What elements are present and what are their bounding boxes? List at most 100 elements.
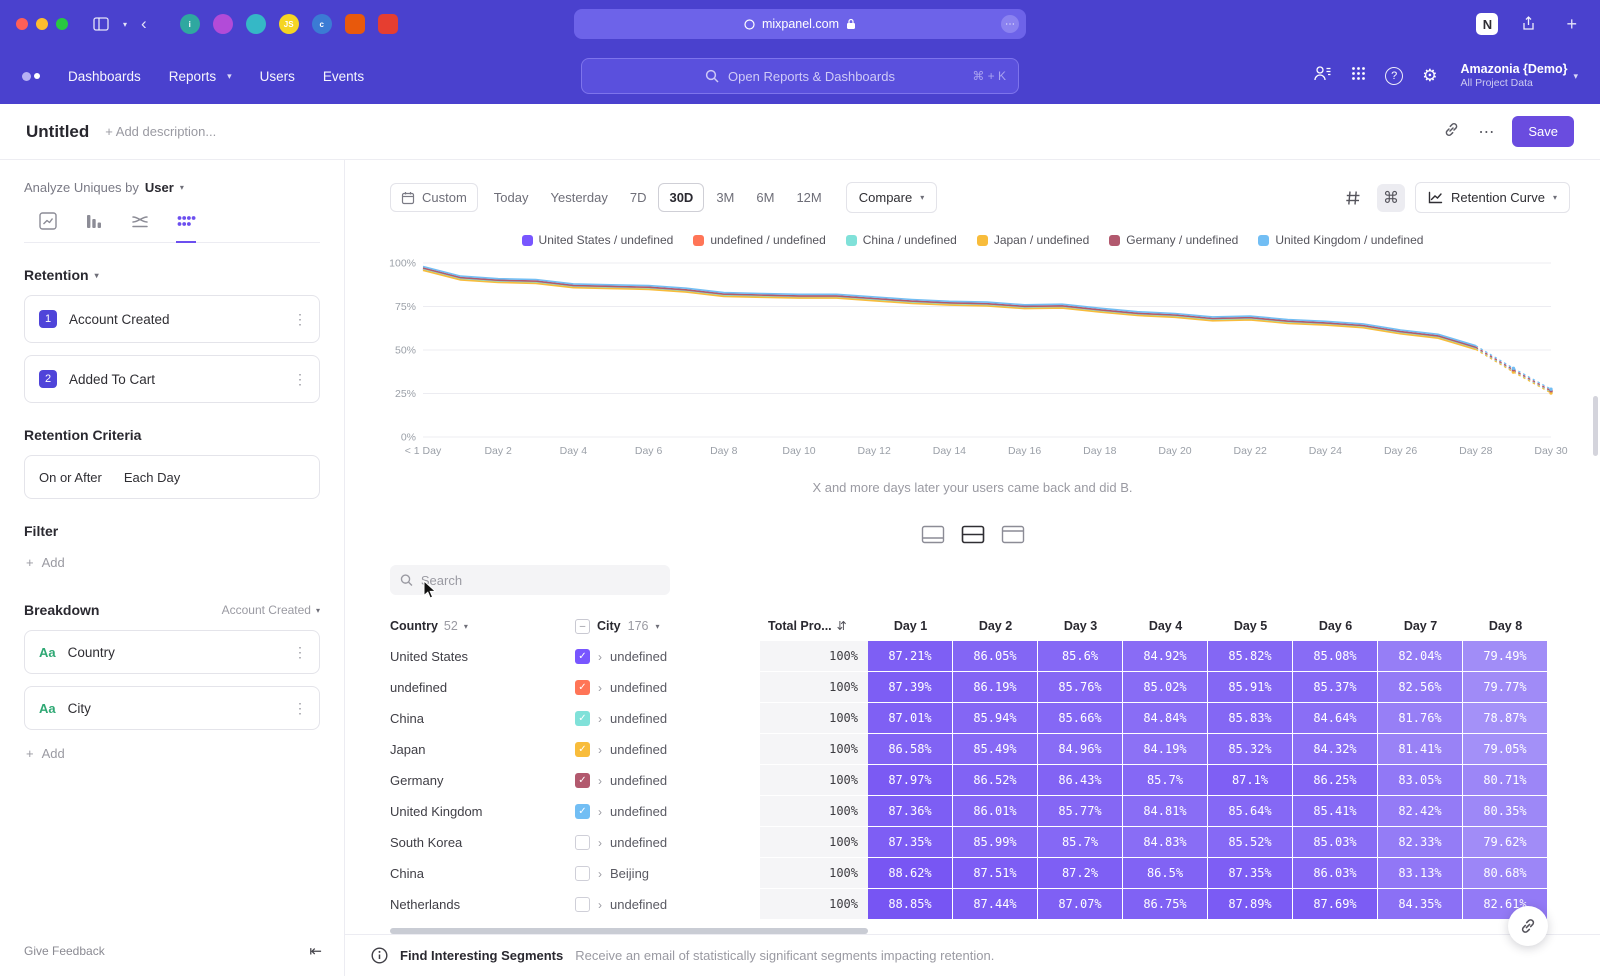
- add-filter-button[interactable]: + Add: [24, 555, 320, 570]
- help-icon[interactable]: ?: [1385, 67, 1403, 85]
- day-column-header[interactable]: Day 7: [1378, 619, 1463, 633]
- range-6m-button[interactable]: 6M: [746, 184, 784, 211]
- range-3m-button[interactable]: 3M: [706, 184, 744, 211]
- retention-value-cell[interactable]: 87.01%: [868, 703, 953, 734]
- data-management-icon[interactable]: [1313, 65, 1332, 87]
- retention-value-cell[interactable]: 79.62%: [1463, 827, 1548, 858]
- retention-value-cell[interactable]: 86.19%: [953, 672, 1038, 703]
- nav-reports[interactable]: Reports▾: [169, 69, 232, 84]
- retention-value-cell[interactable]: 81.76%: [1378, 703, 1463, 734]
- retention-value-cell[interactable]: 86.43%: [1038, 765, 1123, 796]
- criteria-condition[interactable]: On or After: [39, 470, 102, 485]
- retention-value-cell[interactable]: 87.51%: [953, 858, 1038, 889]
- extension-icon[interactable]: N: [1476, 13, 1498, 35]
- row-checkbox[interactable]: ✓: [575, 742, 590, 757]
- more-options-icon[interactable]: ⋯: [1478, 122, 1494, 142]
- retention-value-cell[interactable]: 88.85%: [868, 889, 953, 920]
- select-all-checkbox[interactable]: –: [575, 619, 590, 634]
- retention-value-cell[interactable]: 86.5%: [1123, 858, 1208, 889]
- favicon-wave[interactable]: c: [312, 14, 332, 34]
- retention-value-cell[interactable]: 85.66%: [1038, 703, 1123, 734]
- retention-value-cell[interactable]: 81.41%: [1378, 734, 1463, 765]
- retention-value-cell[interactable]: 87.39%: [868, 672, 953, 703]
- row-checkbox[interactable]: ✓: [575, 680, 590, 695]
- nav-events[interactable]: Events: [323, 69, 364, 84]
- view-chart-button[interactable]: [919, 523, 947, 549]
- kebab-menu-icon[interactable]: ⋮: [293, 644, 307, 661]
- add-breakdown-button[interactable]: + Add: [24, 746, 320, 761]
- segments-title[interactable]: Find Interesting Segments: [400, 948, 563, 963]
- row-checkbox[interactable]: [575, 835, 590, 850]
- retention-value-cell[interactable]: 85.76%: [1038, 672, 1123, 703]
- page-title[interactable]: Untitled: [26, 122, 89, 142]
- annotations-icon[interactable]: [1339, 184, 1367, 212]
- day-column-header[interactable]: Day 2: [953, 619, 1038, 633]
- address-bar[interactable]: mixpanel.com ⋯: [574, 9, 1026, 39]
- save-button[interactable]: Save: [1512, 116, 1574, 147]
- retention-value-cell[interactable]: 84.64%: [1293, 703, 1378, 734]
- retention-value-cell[interactable]: 87.35%: [868, 827, 953, 858]
- retention-value-cell[interactable]: 79.05%: [1463, 734, 1548, 765]
- retention-value-cell[interactable]: 85.91%: [1208, 672, 1293, 703]
- address-more-icon[interactable]: ⋯: [1001, 15, 1019, 33]
- retention-value-cell[interactable]: 85.6%: [1038, 641, 1123, 672]
- retention-step-2[interactable]: 2 Added To Cart ⋮: [24, 355, 320, 403]
- retention-value-cell[interactable]: 80.68%: [1463, 858, 1548, 889]
- zoom-window-button[interactable]: [56, 18, 68, 30]
- expand-row-icon[interactable]: ›: [598, 867, 602, 881]
- day-column-header[interactable]: Day 6: [1293, 619, 1378, 633]
- day-column-header[interactable]: Day 4: [1123, 619, 1208, 633]
- chart-type-dropdown[interactable]: Retention Curve▾: [1415, 182, 1570, 213]
- apps-grid-icon[interactable]: [1351, 66, 1366, 86]
- browser-sidebar-icon[interactable]: [93, 17, 109, 31]
- retention-value-cell[interactable]: 82.42%: [1378, 796, 1463, 827]
- row-checkbox[interactable]: ✓: [575, 804, 590, 819]
- analyze-entity-selector[interactable]: User: [145, 180, 174, 195]
- retention-value-cell[interactable]: 84.84%: [1123, 703, 1208, 734]
- back-icon[interactable]: ‹: [141, 14, 147, 34]
- retention-value-cell[interactable]: 83.05%: [1378, 765, 1463, 796]
- vertical-scrollbar[interactable]: [1593, 396, 1598, 456]
- breakdown-country[interactable]: Aa Country ⋮: [24, 630, 320, 674]
- retention-value-cell[interactable]: 79.77%: [1463, 672, 1548, 703]
- row-checkbox[interactable]: ✓: [575, 649, 590, 664]
- row-checkbox[interactable]: [575, 866, 590, 881]
- favicon-cube[interactable]: [246, 14, 266, 34]
- retention-value-cell[interactable]: 85.7%: [1123, 765, 1208, 796]
- legend-item[interactable]: China / undefined: [846, 233, 957, 247]
- table-search-input[interactable]: [421, 573, 660, 588]
- chevron-down-icon[interactable]: ▾: [123, 20, 127, 29]
- retention-criteria-card[interactable]: On or After Each Day: [24, 455, 320, 499]
- mixpanel-logo[interactable]: [22, 72, 40, 81]
- retention-value-cell[interactable]: 84.19%: [1123, 734, 1208, 765]
- range-today-button[interactable]: Today: [484, 184, 539, 211]
- favicon-js[interactable]: JS: [279, 14, 299, 34]
- legend-item[interactable]: Germany / undefined: [1109, 233, 1238, 247]
- retention-value-cell[interactable]: 87.21%: [868, 641, 953, 672]
- project-switcher[interactable]: Amazonia {Demo} All Project Data ▾: [1456, 62, 1578, 91]
- retention-value-cell[interactable]: 87.89%: [1208, 889, 1293, 920]
- kebab-menu-icon[interactable]: ⋮: [293, 311, 307, 328]
- retention-value-cell[interactable]: 84.92%: [1123, 641, 1208, 672]
- tab-flows[interactable]: [130, 211, 150, 242]
- compare-button[interactable]: Compare▾: [846, 182, 937, 213]
- expand-row-icon[interactable]: ›: [598, 681, 602, 695]
- nav-dashboards[interactable]: Dashboards: [68, 69, 141, 84]
- day-column-header[interactable]: Day 8: [1463, 619, 1548, 633]
- retention-value-cell[interactable]: 86.58%: [868, 734, 953, 765]
- city-column-header[interactable]: – City 176 ▾: [575, 619, 760, 634]
- add-description[interactable]: + Add description...: [105, 124, 216, 139]
- retention-value-cell[interactable]: 78.87%: [1463, 703, 1548, 734]
- table-search[interactable]: [390, 565, 670, 595]
- collapse-sidebar-icon[interactable]: ⇤: [309, 942, 322, 960]
- retention-value-cell[interactable]: 87.69%: [1293, 889, 1378, 920]
- retention-value-cell[interactable]: 85.64%: [1208, 796, 1293, 827]
- expand-row-icon[interactable]: ›: [598, 774, 602, 788]
- tab-funnels[interactable]: [84, 211, 104, 242]
- kebab-menu-icon[interactable]: ⋮: [293, 371, 307, 388]
- retention-section-heading[interactable]: Retention▾: [24, 267, 320, 283]
- retention-value-cell[interactable]: 87.36%: [868, 796, 953, 827]
- range-custom-button[interactable]: Custom: [390, 183, 478, 212]
- copy-link-icon[interactable]: [1443, 121, 1460, 143]
- favicon-dot[interactable]: [213, 14, 233, 34]
